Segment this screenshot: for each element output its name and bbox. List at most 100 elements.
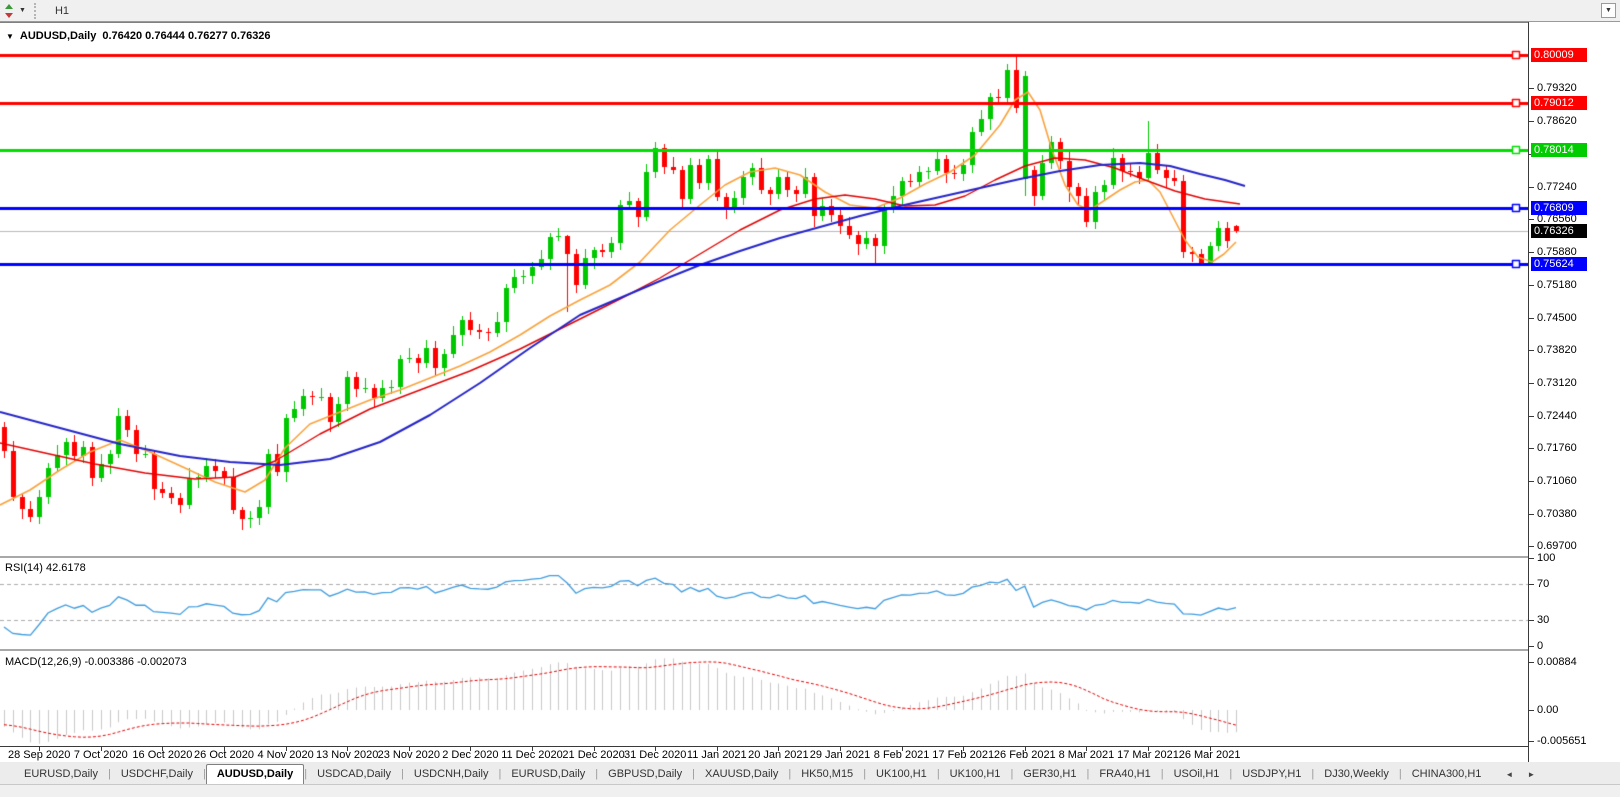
date-label: 29 Jan 2021 [809, 749, 871, 761]
price-level-badge: 0.78014 [1531, 143, 1587, 158]
chart-window-border [0, 22, 1620, 23]
price-tick [1529, 251, 1534, 253]
rsi-axis-label: 30 [1537, 613, 1550, 626]
price-tick-label: 0.71760 [1537, 442, 1577, 454]
date-label: 31 Dec 2020 [623, 749, 687, 761]
date-label: 28 Sep 2020 [7, 749, 71, 761]
date-label: 26 Oct 2020 [194, 749, 254, 761]
cursor-mode-button[interactable]: ▼ [0, 1, 30, 21]
chart-tab-uk100-10[interactable]: UK100,H1 [940, 765, 1011, 784]
price-level-badge: 0.76809 [1531, 200, 1587, 215]
price-tick-label: 0.79320 [1537, 82, 1577, 94]
timeframe-toolbar: ▼ M1M5M15M30H1H4D1W1MN ▼ [0, 0, 1620, 89]
time-axis[interactable]: 28 Sep 2020 7 Oct 2020 16 Oct 2020 26 Oct 2… [0, 746, 1528, 762]
chart-window: ▼ AUDUSD,Daily 0.76420 0.76444 0.76277 0… [0, 22, 1620, 762]
price-tick [1529, 546, 1534, 548]
rsi-tick [1529, 646, 1534, 647]
macd-tick [1529, 710, 1534, 711]
price-tick-label: 0.71060 [1537, 475, 1577, 488]
chart-tab-dj30-15[interactable]: DJ30,Weekly [1314, 765, 1399, 784]
timeframe-button-h1[interactable]: H1 [46, 2, 85, 20]
status-strip [0, 785, 1620, 797]
price-tick [1529, 513, 1534, 515]
price-level-badge: 0.75624 [1531, 257, 1587, 271]
price-tick-label: 0.75180 [1537, 279, 1577, 292]
price-tick-label: 0.73120 [1537, 377, 1577, 390]
date-label: 26 Mar 2021 [1178, 749, 1241, 761]
date-label: 23 Nov 2020 [377, 749, 440, 761]
chart-tab-usdchf-1[interactable]: USDCHF,Daily [111, 765, 203, 784]
chevron-down-icon[interactable]: ▼ [19, 7, 26, 14]
date-label: 2 Dec 2020 [442, 749, 499, 761]
price-tick-label: 0.77240 [1537, 181, 1577, 194]
price-level-badge: 0.76326 [1531, 223, 1587, 238]
macd-panel-canvas[interactable] [0, 652, 1528, 746]
date-label: 17 Feb 2021 [932, 749, 995, 761]
price-tick [1529, 121, 1534, 123]
price-tick-label: 0.73820 [1537, 343, 1577, 356]
chart-tab-audusd-2[interactable]: AUDUSD,Daily [205, 764, 305, 784]
price-tick [1529, 415, 1534, 417]
chart-tab-usdcnh-4[interactable]: USDCNH,Daily [404, 765, 499, 784]
chart-tab-gbpusd-6[interactable]: GBPUSD,Daily [598, 765, 692, 784]
date-label: 21 Dec 2020 [562, 749, 625, 761]
price-tick [1529, 285, 1534, 287]
date-label: 11 Dec 2020 [501, 749, 563, 761]
chart-menu-caret-icon[interactable]: ▼ [6, 32, 14, 41]
price-tick [1529, 383, 1534, 385]
date-label: 11 Jan 2021 [686, 749, 747, 761]
date-label: 8 Feb 2021 [873, 749, 930, 761]
chart-title: ▼ AUDUSD,Daily 0.76420 0.76444 0.76277 0… [6, 30, 271, 42]
chart-tab-xauusd-7[interactable]: XAUUSD,Daily [695, 765, 788, 784]
price-tick [1529, 448, 1534, 449]
cursor-arrows-icon [2, 3, 16, 18]
price-tick-label: 0.72440 [1537, 409, 1577, 422]
chart-tab-uk100-9[interactable]: UK100,H1 [866, 765, 937, 784]
rsi-tick [1529, 619, 1534, 621]
date-label: 13 Nov 2020 [315, 749, 379, 761]
price-tick [1529, 481, 1534, 483]
price-tick [1529, 219, 1534, 221]
date-label: 4 Nov 2020 [257, 749, 314, 761]
rsi-axis-label: 70 [1537, 578, 1550, 591]
price-tick [1529, 187, 1534, 189]
tab-scroll-arrows: ◄ ► [1505, 770, 1535, 784]
rsi-axis-label: 0 [1537, 640, 1544, 652]
chart-ohlc-values: 0.76420 0.76444 0.76277 0.76326 [102, 30, 271, 42]
toolbar-grip[interactable] [33, 2, 39, 19]
chart-tab-usdcad-3[interactable]: USDCAD,Daily [307, 765, 401, 784]
rsi-panel-canvas[interactable] [0, 558, 1528, 648]
toolbar-overflow-button[interactable]: ▼ [1601, 3, 1616, 18]
chart-tab-eurusd-5[interactable]: EURUSD,Daily [501, 765, 595, 784]
price-axis[interactable]: 0.793200.786200.779400.772400.765600.758… [1528, 22, 1620, 762]
chart-tab-usoil-13[interactable]: USOil,H1 [1164, 765, 1230, 784]
price-tick [1529, 317, 1534, 319]
macd-indicator-label: MACD(12,26,9) -0.003386 -0.002073 [5, 656, 187, 668]
chart-tab-usdjpy-14[interactable]: USDJPY,H1 [1232, 765, 1311, 784]
rsi-axis-label: 100 [1537, 552, 1556, 564]
price-chart-canvas[interactable] [0, 24, 1528, 556]
price-level-badge: 0.80009 [1531, 48, 1587, 63]
chart-tab-eurusd-0[interactable]: EURUSD,Daily [14, 765, 108, 784]
date-label: 17 Mar 2021 [1117, 749, 1179, 761]
macd-axis-label: -0.005651 [1537, 734, 1587, 747]
date-label: 26 Feb 2021 [993, 749, 1056, 761]
date-label: 20 Jan 2021 [748, 749, 809, 761]
chart-tab-hk50-8[interactable]: HK50,M15 [791, 765, 863, 784]
chart-tab-china300-16[interactable]: CHINA300,H1 [1402, 765, 1492, 784]
chart-tab-ger30-11[interactable]: GER30,H1 [1013, 765, 1086, 784]
price-tick-label: 0.78620 [1537, 115, 1577, 128]
rsi-tick [1529, 558, 1534, 559]
macd-axis-label: 0.00884 [1537, 656, 1577, 669]
tab-scroll-right-icon[interactable]: ► [1527, 770, 1535, 779]
tab-scroll-left-icon[interactable]: ◄ [1505, 770, 1513, 779]
chart-symbol-period: AUDUSD,Daily [19, 30, 97, 42]
price-tick [1529, 349, 1534, 351]
price-tick [1529, 88, 1534, 89]
chart-tab-fra40-12[interactable]: FRA40,H1 [1089, 765, 1160, 784]
price-tick-label: 0.70380 [1537, 507, 1577, 520]
macd-tick [1529, 740, 1534, 742]
macd-tick [1529, 662, 1534, 664]
rsi-tick [1529, 584, 1534, 586]
date-label: 7 Oct 2020 [73, 749, 128, 761]
